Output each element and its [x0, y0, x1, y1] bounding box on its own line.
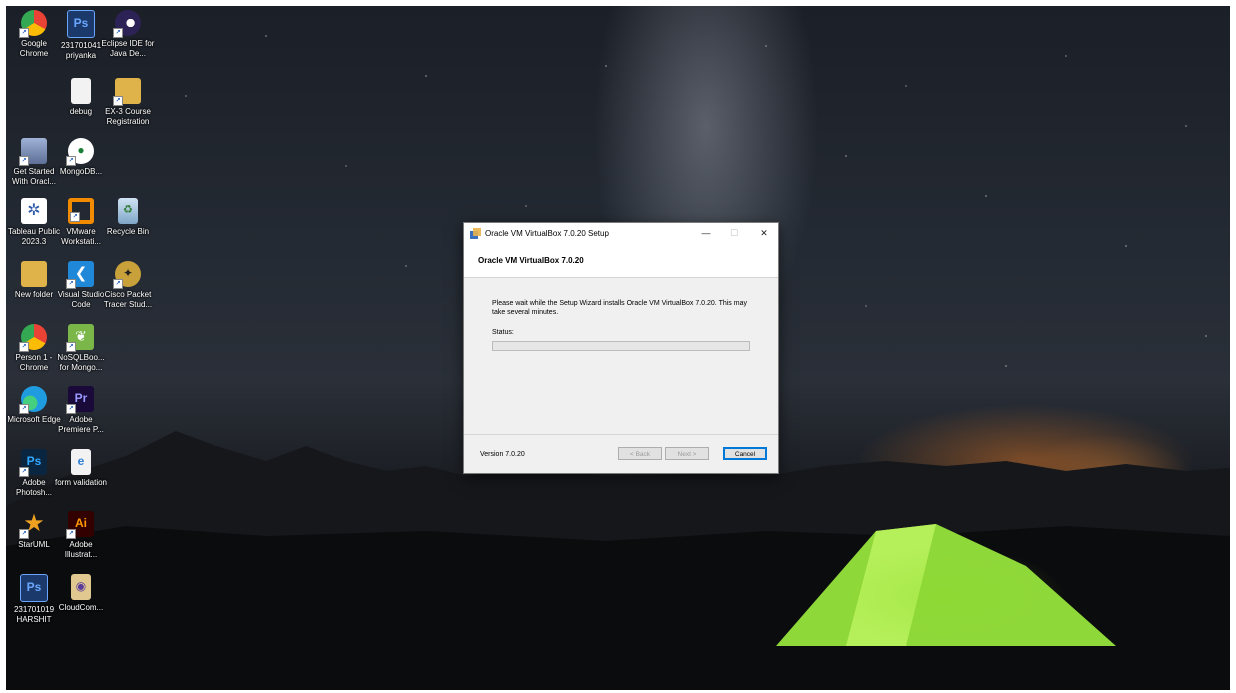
- cancel-button[interactable]: Cancel: [723, 447, 767, 460]
- desktop-icon-adobe-illustrator[interactable]: Ai ↗ Adobe Illustrat...: [53, 511, 109, 559]
- desktop-icon-label: Adobe Premiere P...: [58, 415, 104, 434]
- recycle-bin-icon: ♻: [118, 198, 138, 224]
- shortcut-arrow-icon: ↗: [19, 156, 29, 166]
- glyph-text: Pr: [74, 391, 88, 406]
- tent-glow: [766, 516, 1126, 666]
- desktop-icon-label: Adobe Photosh...: [15, 478, 53, 497]
- desktop-icon-label: VMware Workstati...: [61, 227, 101, 246]
- dialog-body: Please wait while the Setup Wizard insta…: [464, 278, 778, 433]
- desktop-icon-eclipse[interactable]: ↗ Eclipse IDE for Java De...: [100, 10, 156, 58]
- status-label: Status:: [492, 329, 514, 336]
- minimize-button[interactable]: —: [694, 223, 718, 243]
- desktop-icon-label: Cisco Packet Tracer Stud...: [103, 290, 153, 309]
- desktop-icon-label: 231701019 HARSHIT: [13, 605, 55, 624]
- desktop-icon-label: form validation: [54, 478, 108, 487]
- photoshop-file-icon: Ps: [20, 574, 48, 602]
- shortcut-arrow-icon: ↗: [19, 28, 29, 38]
- document-icon: ◉: [71, 574, 91, 600]
- desktop-icon-label: CloudCom...: [58, 603, 104, 612]
- staruml-star-icon: ★ ↗: [19, 511, 47, 539]
- desktop-icon-label: StarUML: [18, 540, 50, 549]
- photoshop-icon: Ps ↗: [19, 449, 47, 477]
- premiere-icon: Pr ↗: [66, 386, 94, 414]
- desktop-icon-label: NoSQLBoo... for Mongo...: [57, 353, 105, 372]
- desktop-icon-label: debug: [69, 107, 93, 116]
- vmware-icon: ↗: [68, 198, 94, 224]
- glyph-text: Ps: [73, 16, 89, 31]
- maximize-button: ☐: [729, 228, 739, 238]
- desktop-icon-adobe-premiere[interactable]: Pr ↗ Adobe Premiere P...: [53, 386, 109, 434]
- dialog-footer: Version 7.0.20 < Back Next > Cancel: [464, 434, 778, 473]
- tableau-icon: ✲: [21, 198, 47, 224]
- glyph-text: Ps: [26, 454, 42, 469]
- install-progress-bar: [492, 341, 750, 351]
- desktop-icon-ex3-course-registration[interactable]: ↗ EX-3 Course Registration: [100, 78, 156, 126]
- desktop-icon-label: EX-3 Course Registration: [105, 107, 151, 126]
- dialog-title: Oracle VM VirtualBox 7.0.20 Setup: [485, 228, 609, 238]
- back-button: < Back: [618, 447, 662, 460]
- version-label: Version 7.0.20: [480, 450, 525, 458]
- glyph-text: Ai: [75, 516, 87, 531]
- edge-icon: ↗: [19, 386, 47, 414]
- dialog-titlebar[interactable]: Oracle VM VirtualBox 7.0.20 Setup — ☐ ✕: [464, 223, 778, 243]
- packet-tracer-icon: ✦ ↗: [113, 261, 141, 289]
- desktop-icon-nosqlbooster[interactable]: ❦ ↗ NoSQLBoo... for Mongo...: [53, 324, 109, 372]
- glyph-text: Ps: [26, 580, 42, 595]
- illustrator-icon: Ai ↗: [66, 511, 94, 539]
- desktop-icon-label: MongoDB...: [59, 167, 103, 176]
- chrome-profile-icon: ↗: [19, 324, 47, 352]
- nosqlbooster-icon: ❦ ↗: [66, 324, 94, 352]
- text-file-icon: [71, 78, 91, 104]
- shortcut-arrow-icon: ↗: [113, 279, 123, 289]
- desktop-icon-label: Recycle Bin: [106, 227, 150, 236]
- shortcut-arrow-icon: ↗: [19, 467, 29, 477]
- desktop-icon-form-validation[interactable]: e form validation: [53, 449, 109, 488]
- shortcut-arrow-icon: ↗: [113, 96, 123, 106]
- folder-icon: [21, 261, 47, 287]
- vscode-icon: ❮ ↗: [66, 261, 94, 289]
- shortcut-arrow-icon: ↗: [19, 342, 29, 352]
- installer-icon: [470, 227, 481, 239]
- desktop-icon-label: Person 1 - Chrome: [15, 353, 53, 372]
- chrome-icon: ↗: [19, 10, 47, 38]
- desktop-icon-label: Visual Studio Code: [57, 290, 105, 309]
- desktop-icon-cloudcom[interactable]: ◉ CloudCom...: [53, 574, 109, 613]
- eclipse-icon: ↗: [113, 10, 141, 38]
- desktop-icon-recycle-bin[interactable]: ♻ Recycle Bin: [100, 198, 156, 237]
- shortcut-arrow-icon: ↗: [19, 529, 29, 539]
- desktop-icon-label: 231701041 priyanka: [60, 41, 102, 60]
- shortcut-arrow-icon: ↗: [66, 404, 76, 414]
- desktop-icon-label: Google Chrome: [19, 39, 49, 58]
- virtualbox-setup-dialog: Oracle VM VirtualBox 7.0.20 Setup — ☐ ✕ …: [463, 222, 779, 474]
- mongodb-leaf-icon: ● ↗: [66, 138, 94, 166]
- shortcut-arrow-icon: ↗: [66, 529, 76, 539]
- dialog-header-title: Oracle VM VirtualBox 7.0.20: [478, 255, 584, 265]
- desktop-icon-label: Eclipse IDE for Java De...: [101, 39, 155, 58]
- close-button[interactable]: ✕: [752, 223, 776, 243]
- photoshop-file-icon: Ps: [67, 10, 95, 38]
- database-icon: ↗: [19, 138, 47, 166]
- shortcut-arrow-icon: ↗: [19, 404, 29, 414]
- next-button: Next >: [665, 447, 709, 460]
- desktop-icon-label: Get Started With Oracl...: [11, 167, 56, 186]
- desktop-icon-cisco-packet-tracer[interactable]: ✦ ↗ Cisco Packet Tracer Stud...: [100, 261, 156, 309]
- shortcut-arrow-icon: ↗: [66, 279, 76, 289]
- shortcut-arrow-icon: ↗: [66, 342, 76, 352]
- desktop-icon-label: New folder: [14, 290, 54, 299]
- desktop-icon-mongodb[interactable]: ● ↗ MongoDB...: [53, 138, 109, 177]
- install-message: Please wait while the Setup Wizard insta…: [492, 300, 747, 316]
- edge-file-icon: e: [71, 449, 91, 475]
- shortcut-arrow-icon: ↗: [66, 156, 76, 166]
- desktop-icon-label: Adobe Illustrat...: [64, 540, 98, 559]
- dialog-header: Oracle VM VirtualBox 7.0.20: [464, 243, 778, 278]
- shortcut-arrow-icon: ↗: [113, 28, 123, 38]
- shortcut-arrow-icon: ↗: [70, 212, 80, 222]
- folder-icon: ↗: [113, 78, 141, 106]
